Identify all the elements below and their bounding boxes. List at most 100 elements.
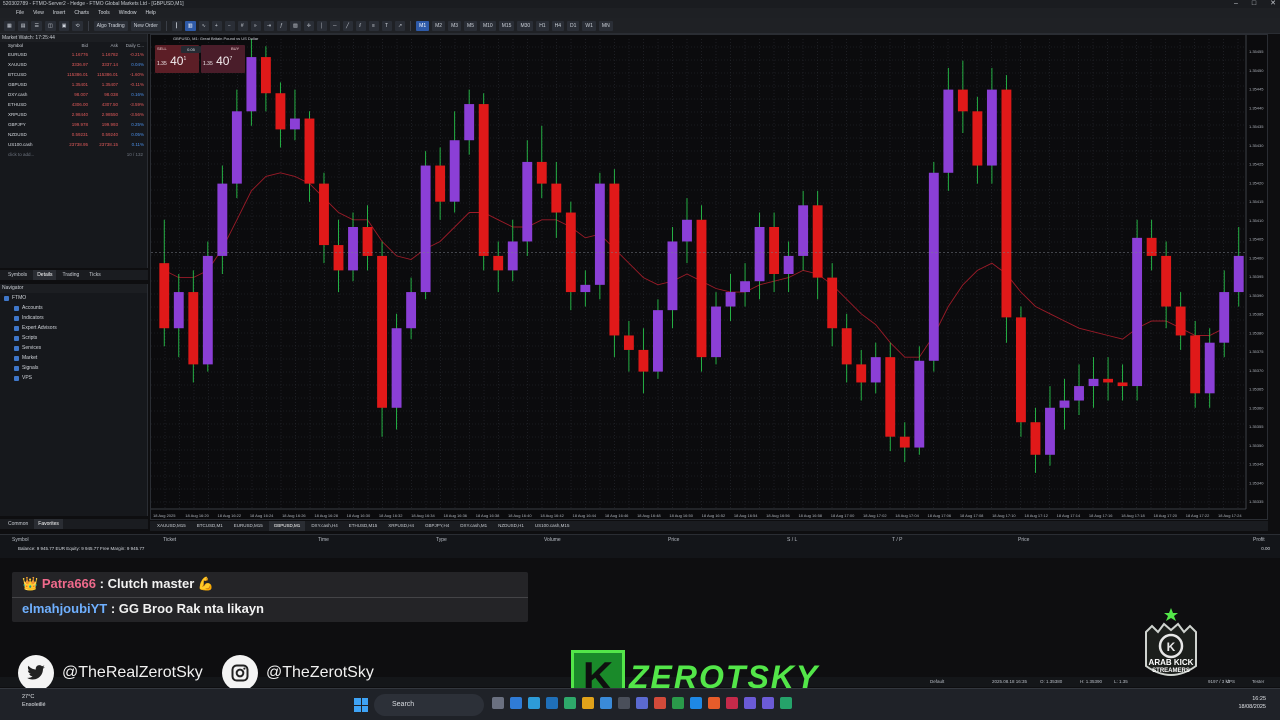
close-button[interactable]: ✕ bbox=[1270, 0, 1276, 8]
price-chart[interactable]: 1.35455 1.35450 1.35445 1.35440 1.35435 1.354… bbox=[150, 34, 1268, 520]
chart-tab[interactable]: GBPJPY,H4 bbox=[420, 521, 454, 531]
timeframe-m3[interactable]: M3 bbox=[448, 20, 462, 31]
tab-ticks[interactable]: Ticks bbox=[85, 270, 104, 280]
taskbar-clock[interactable]: 16:25 18/08/2025 bbox=[1238, 695, 1266, 711]
add-symbol-row[interactable]: click to add... 10 / 132 bbox=[0, 150, 147, 160]
market-watch-icon[interactable]: ☰ bbox=[31, 20, 42, 31]
vertical-line-icon[interactable]: │ bbox=[316, 20, 327, 31]
minimize-button[interactable]: – bbox=[1234, 0, 1238, 8]
chart-shift-icon[interactable]: ⇥ bbox=[263, 20, 275, 31]
timeframe-m1[interactable]: M1 bbox=[416, 20, 430, 31]
navigator-icon[interactable]: ◫ bbox=[44, 20, 56, 31]
col-change[interactable]: Daily C... bbox=[118, 42, 146, 50]
col-price[interactable]: Price bbox=[668, 535, 679, 545]
menu-tools[interactable]: Tools bbox=[98, 8, 110, 18]
channel-icon[interactable]: ⫽ bbox=[355, 20, 366, 31]
tab-common[interactable]: Common bbox=[4, 519, 32, 529]
timeframe-m30[interactable]: M30 bbox=[517, 20, 534, 31]
app-icon[interactable] bbox=[708, 697, 720, 709]
zoom-in-icon[interactable]: + bbox=[211, 20, 222, 31]
app-icon[interactable] bbox=[672, 697, 684, 709]
col-symbol[interactable]: Symbol bbox=[12, 535, 29, 545]
text-icon[interactable]: T bbox=[381, 20, 392, 31]
new-order-button[interactable]: New Order bbox=[130, 20, 161, 31]
profiles-icon[interactable]: ▤ bbox=[17, 20, 29, 31]
col-profit[interactable]: Profit bbox=[1253, 535, 1265, 545]
explorer-icon[interactable] bbox=[582, 697, 594, 709]
market-watch-row[interactable]: US100.cash 23738.95 23738.15 0.11% bbox=[0, 140, 147, 150]
market-watch-row[interactable]: GBPUSD 1.35401 1.35407 -0.11% bbox=[0, 80, 147, 90]
timeframe-mn[interactable]: MN bbox=[598, 20, 613, 31]
app-icon[interactable] bbox=[744, 697, 756, 709]
app-icon[interactable] bbox=[780, 697, 792, 709]
col-type[interactable]: Type bbox=[436, 535, 447, 545]
windows-start-icon[interactable] bbox=[354, 698, 368, 712]
chart-tab[interactable]: GBPUSD,M1 bbox=[268, 521, 306, 531]
timeframe-m5[interactable]: M5 bbox=[464, 20, 477, 31]
chart-tab[interactable]: DXY.cash,H4 bbox=[306, 521, 342, 531]
menu-help[interactable]: Help bbox=[146, 8, 156, 18]
templates-icon[interactable]: ▧ bbox=[290, 20, 301, 31]
navigator-item-indicators[interactable]: Indicators bbox=[0, 313, 147, 323]
app-icon[interactable] bbox=[726, 697, 738, 709]
navigator-item-accounts[interactable]: Accounts bbox=[0, 303, 147, 313]
maximize-button[interactable]: □ bbox=[1252, 0, 1256, 8]
grid-icon[interactable]: # bbox=[237, 20, 248, 31]
col-ask[interactable]: Ask bbox=[88, 42, 118, 50]
timeframe-w1[interactable]: W1 bbox=[582, 20, 596, 31]
market-watch-row[interactable]: XAUUSD 3336.97 3337.14 0.04% bbox=[0, 60, 147, 70]
timeframe-d1[interactable]: D1 bbox=[567, 20, 580, 31]
lot-size-input[interactable]: 0.05 bbox=[181, 46, 201, 53]
timeframe-h4[interactable]: H4 bbox=[551, 20, 564, 31]
new-chart-icon[interactable]: ▦ bbox=[4, 20, 15, 31]
chart-tab[interactable]: US100.cash,M15 bbox=[530, 521, 575, 531]
col-bid[interactable]: Bid bbox=[60, 42, 88, 50]
zoom-out-icon[interactable]: − bbox=[224, 20, 235, 31]
col-symbol[interactable]: Symbol bbox=[0, 42, 60, 50]
navigator-item-expert-advisors[interactable]: Expert Advisors bbox=[0, 323, 147, 333]
chart-tab[interactable]: ETHUSD,M15 bbox=[344, 521, 383, 531]
candlestick-icon[interactable]: ▥ bbox=[184, 20, 196, 31]
status-vps[interactable]: VPS bbox=[1226, 677, 1235, 687]
crosshair-icon[interactable]: ✛ bbox=[303, 20, 314, 31]
app-icon[interactable] bbox=[510, 697, 522, 709]
chart-tab[interactable]: EURUSD,M15 bbox=[229, 521, 268, 531]
algo-trading-button[interactable]: Algo Trading bbox=[93, 20, 128, 31]
timeframe-m2[interactable]: M2 bbox=[432, 20, 446, 31]
market-watch-row[interactable]: ETHUSD 4306.00 4307.50 -3.59% bbox=[0, 100, 147, 110]
navigator-item-market[interactable]: Market bbox=[0, 353, 147, 363]
line-chart-icon[interactable]: ∿ bbox=[198, 20, 209, 31]
arrow-icon[interactable]: ↗ bbox=[394, 20, 406, 31]
task-view-icon[interactable] bbox=[492, 697, 504, 709]
market-watch-row[interactable]: DXY.cash 98.007 98.038 0.16% bbox=[0, 90, 147, 100]
chart-tab[interactable]: BTCUSD,M1 bbox=[192, 521, 228, 531]
navigator-item-scripts[interactable]: Scripts bbox=[0, 333, 147, 343]
autoscroll-icon[interactable]: » bbox=[250, 20, 261, 31]
browser-icon[interactable] bbox=[528, 697, 540, 709]
tab-favorites[interactable]: Favorites bbox=[34, 519, 63, 529]
navigator-item-signals[interactable]: Signals bbox=[0, 363, 147, 373]
bar-chart-icon[interactable]: ┃ bbox=[171, 20, 182, 31]
indicators-icon[interactable]: ƒ bbox=[277, 20, 288, 31]
menu-view[interactable]: View bbox=[33, 8, 44, 18]
fibonacci-icon[interactable]: ≡ bbox=[368, 20, 379, 31]
app-icon[interactable] bbox=[654, 697, 666, 709]
timeframe-m10[interactable]: M10 bbox=[479, 20, 496, 31]
chart-tab[interactable]: DXY.cash,M1 bbox=[455, 521, 492, 531]
app-icon[interactable] bbox=[546, 697, 558, 709]
navigator-item-vps[interactable]: VPS bbox=[0, 373, 147, 383]
col-time[interactable]: Time bbox=[318, 535, 329, 545]
chart-tab[interactable]: NZDUSD,H1 bbox=[493, 521, 529, 531]
toolbox-icon[interactable]: ▣ bbox=[58, 20, 70, 31]
menu-charts[interactable]: Charts bbox=[74, 8, 89, 18]
market-watch-row[interactable]: EURUSD 1.16776 1.16782 -0.21% bbox=[0, 50, 147, 60]
menu-file[interactable]: File bbox=[16, 8, 24, 18]
strategy-tester-icon[interactable]: ⟲ bbox=[72, 20, 83, 31]
market-watch-row[interactable]: NZDUSD 0.59231 0.59240 0.05% bbox=[0, 130, 147, 140]
candlestick-chart-svg[interactable]: 1.35455 1.35450 1.35445 1.35440 1.35435 1.354… bbox=[151, 35, 1269, 521]
col-sl[interactable]: S / L bbox=[787, 535, 797, 545]
timeframe-m15[interactable]: M15 bbox=[498, 20, 515, 31]
market-watch-row[interactable]: XRPUSD 2.98440 2.98550 -3.56% bbox=[0, 110, 147, 120]
col-current-price[interactable]: Price bbox=[1018, 535, 1029, 545]
col-ticket[interactable]: Ticket bbox=[163, 535, 176, 545]
